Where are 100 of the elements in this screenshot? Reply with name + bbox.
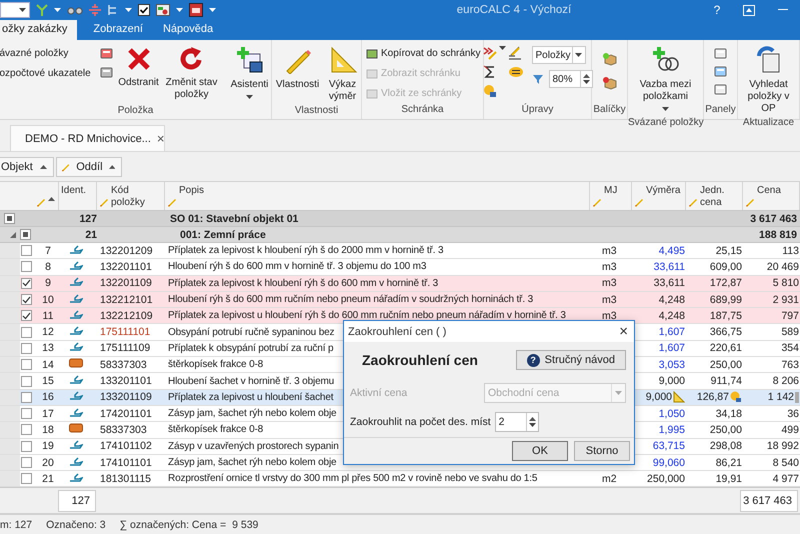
table-cell: 220,61 [710,342,742,354]
table-cell-text: 15 [41,375,55,388]
table-cell: 2 931 [772,294,799,306]
table-cell-text: 13 [41,342,55,354]
table-cell: 9,000 [646,391,672,404]
table-cell: 19,91 [716,472,742,485]
table-cell-text: 20 [41,456,55,468]
table-cell-text: Hloubení rýh š do 600 mm ručním nebo pneum nářadím v soudržných horninách tř. 3 [167,294,534,306]
status-value: 9 539 [232,518,258,530]
table-cell: 609,00 [710,260,742,273]
table-cell-text: Zásyp jam, šachet rýh nebo kolem obje [167,408,338,420]
table-cell: 589 [781,326,799,338]
table-cell-text: 132201101 [99,260,153,273]
table-cell: 250,00 [710,424,742,436]
table-cell-text: Příplatek za lepivost u hloubení šachet [167,392,334,403]
table-cell-text: 133201101 [99,375,153,388]
table-cell: 366,75 [710,326,742,338]
field-label: Aktivní cena [350,386,408,399]
group-title: 001: Zemní práce [179,228,267,240]
help-icon: ? [526,354,540,367]
table-cell-text: 175111101 [99,326,152,338]
table-cell-text: 8 [44,260,52,273]
table-cell-text: Hloubení šachet v hornině tř. 3 objemu [167,376,336,387]
table-cell: 36 [787,408,799,420]
group-label: Úpravy [520,104,554,117]
table-cell-text: 19 [41,440,55,452]
table-cell: 9,000 [658,375,685,388]
table-cell-text: 132201209 [99,244,154,257]
table-cell-text: 133201109 [99,391,153,404]
table-cell: 187,75 [710,310,742,322]
table-cell: 86,21 [716,456,742,468]
table-cell-text: 181301115 [99,472,152,485]
table-cell: 113 [782,244,799,257]
table-cell-text: štěrkopísek frakce 0-8 [167,424,264,436]
table-cell: 499 [781,424,799,436]
table-cell: 8 206 [772,375,799,388]
table-cell: 20 469 [766,260,799,273]
table-cell-text: Hloubení rýh š do 600 mm v hornině tř. 3 objemu do 100 m3 [167,261,428,272]
table-cell: 99,060 [652,456,685,468]
table-cell: 5 810 [772,277,799,290]
dialog-heading: Zaokrouhlení cen [362,352,478,368]
table-cell: m3 [602,310,617,322]
group-count: 127 [78,212,97,224]
group-label: Balíčky [592,104,627,117]
table-cell: 33,611 [654,260,685,273]
table-cell: m2 [602,472,617,485]
table-cell-text: 9 [44,277,52,290]
table-cell: 8 540 [772,456,799,468]
table-cell: 63,715 [652,440,685,452]
table-cell: m3 [602,277,617,290]
table-cell: 1,607 [658,326,685,338]
group-label: Schránka [400,104,445,117]
footer-count: 127 [58,490,96,512]
table-cell: 3,053 [658,358,685,371]
table-cell-text: Zásyp v uzavřených prostorech sypanin [167,440,340,452]
table-cell: 1 142 [768,391,794,404]
group-label: Vlastnosti [294,105,340,118]
table-cell-text: Příplatek za lepivost k hloubení rýh š do 2000 mm v hornině tř. 3 [167,245,444,256]
table-cell: 1,607 [658,342,685,354]
table-cell: 4 977 [772,472,799,485]
table-cell: 797 [781,310,799,322]
table-cell-text: Příplatek za lepivost k hloubení rýh š do 600 mm v hornině tř. 3 [167,278,439,289]
table-cell-text: 21 [41,472,55,485]
table-cell-text: 58337303 [99,358,148,371]
table-cell: 33,611 [654,277,685,290]
group-label: Panely [704,104,737,117]
table-cell-text: 10 [41,294,55,306]
table-cell: 18 992 [766,440,799,452]
table-cell: 250,00 [710,358,742,371]
table-cell: 172,87 [710,277,742,290]
table-cell: 1,995 [658,424,685,436]
table-cell-text: 132212109 [99,310,154,322]
field-label: Zaokrouhlit na počet des. míst [350,416,491,428]
table-cell: 763 [781,358,799,371]
table-cell: 4,495 [658,244,685,257]
group-label: Položka [116,105,154,118]
table-cell: m3 [602,294,617,306]
table-cell: 250,000 [647,472,685,485]
table-cell-text: 11 [42,310,54,322]
window-title: euroCALC 4 - Výchozí [456,4,572,16]
table-cell: 4,248 [658,310,685,322]
table-cell-text: 174101101 [99,456,153,468]
table-cell-text: 174201101 [99,408,153,420]
table-cell: 689,99 [710,294,742,306]
table-cell-text: 132212101 [99,294,154,306]
table-cell: 126,87 [696,391,729,404]
status-text: Označeno: 3 [46,518,106,530]
table-cell-text: Obsypání potrubí ručně sypaninou bez [167,326,336,338]
table-cell-text: 18 [41,424,55,436]
group-title: SO 01: Stavební objekt 01 [169,212,300,224]
table-cell: 1,050 [658,408,685,420]
dialog-title: Zaokrouhlení cen ( ) [348,326,446,338]
group-count: 21 [84,228,97,240]
group-label: Aktualizace [742,117,796,128]
table-cell-text: 16 [41,391,55,404]
status-text: m: 127 [0,518,32,530]
table-cell-text: 174101102 [99,440,153,452]
table-cell-text: 17 [41,408,55,420]
table-cell-text: Rozprostření ornice tl vrstvy do 300 mm pl přes 500 m2 v rovině nebo ve svahu do 1:5 [167,473,538,484]
table-cell: m3 [602,244,617,257]
